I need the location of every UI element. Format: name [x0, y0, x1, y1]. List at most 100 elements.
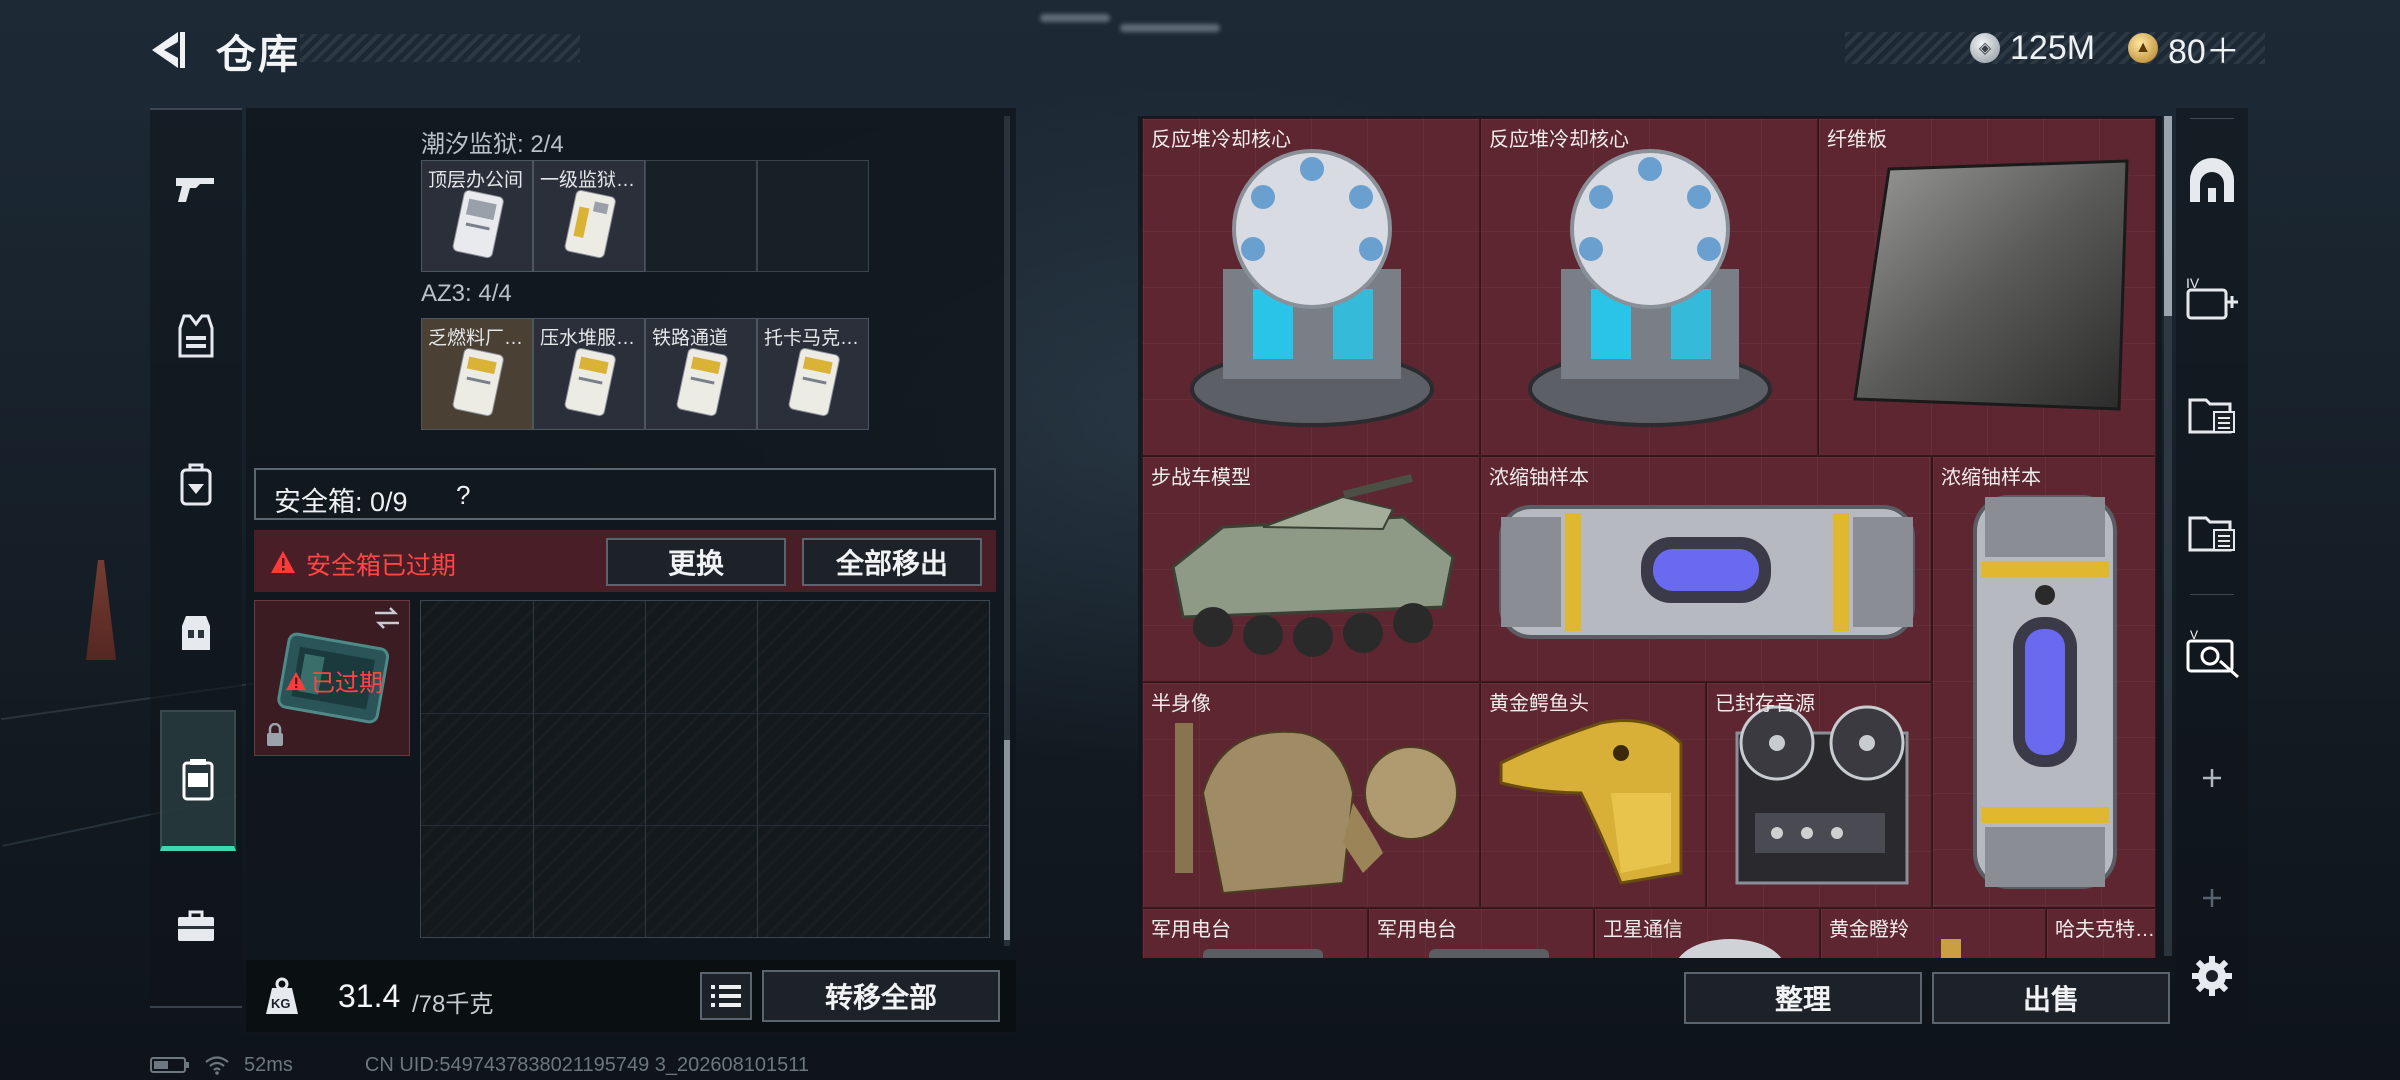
wifi-icon: [205, 1056, 229, 1075]
ceiling-light: [1040, 14, 1110, 22]
rail-folder[interactable]: [2180, 382, 2244, 446]
move-all-out-button[interactable]: 全部移出: [802, 538, 982, 586]
key-item[interactable]: 托卡马克…: [757, 318, 869, 430]
plus-icon: [2203, 769, 2221, 787]
rail-folder[interactable]: [2180, 500, 2244, 564]
rail-divider: [2190, 118, 2234, 119]
plus-icon: [2203, 889, 2221, 907]
ifv-model-image: [1171, 474, 1455, 657]
gun-icon: [176, 178, 214, 202]
stash-item[interactable]: 反应堆冷却核心: [1142, 118, 1480, 456]
stash-item[interactable]: 军用电台: [1368, 908, 1594, 958]
armor-vest-icon: [178, 314, 214, 358]
key-item[interactable]: 顶层办公间: [421, 160, 533, 272]
weight-current: 31.4: [338, 978, 401, 1014]
fiberboard-image: [1853, 159, 2129, 411]
sort-button[interactable]: 整理: [1684, 972, 1922, 1024]
rail-add-container-iv[interactable]: IV: [2180, 266, 2244, 330]
page-title: 仓库: [216, 33, 300, 77]
battery-icon: [150, 1057, 189, 1073]
folder-list-icon: [2188, 398, 2235, 434]
stash-item[interactable]: 半身像: [1142, 682, 1480, 908]
folder-list-icon: [2188, 516, 2235, 552]
backpack-icon: [180, 463, 212, 506]
gold-coin-icon: ▲: [2128, 33, 2158, 63]
settings-button[interactable]: [2180, 944, 2244, 1008]
key-item[interactable]: 一级监狱…: [533, 160, 645, 272]
stash-item[interactable]: 浓缩铀样本: [1480, 456, 1932, 682]
safebox-icon: [182, 759, 214, 801]
case-expired-label: 已过期: [311, 670, 383, 697]
safebox-header: 安全箱: 0/9 ?: [254, 468, 996, 520]
stash-item[interactable]: 浓缩铀样本: [1932, 456, 2156, 908]
status-bar: 52ms CN UID:5497437838021195749 3_202608…: [150, 1052, 809, 1078]
safebox-grid[interactable]: [420, 600, 990, 938]
rail-backpack[interactable]: [160, 448, 232, 520]
safehouse-icon: [2190, 158, 2234, 202]
military-radio-image: [1203, 949, 1323, 958]
list-view-button[interactable]: [700, 972, 752, 1020]
rail-sell-tag[interactable]: V: [2180, 622, 2244, 686]
rail-safebox[interactable]: [160, 710, 236, 851]
warning-icon: [286, 671, 306, 690]
stash-scrollbar-thumb[interactable]: [2164, 116, 2172, 316]
rail-weapons[interactable]: [160, 152, 232, 224]
help-button[interactable]: ?: [456, 480, 470, 511]
lock-icon: [267, 723, 283, 746]
currency-silver[interactable]: ◈ 125M: [1970, 28, 2095, 68]
rail-armor[interactable]: [160, 300, 232, 372]
list-icon: [711, 985, 741, 1007]
safebox-case-slot[interactable]: 已过期: [254, 600, 410, 756]
weight-footer: KG 31.4 /78千克 转移全部: [246, 960, 1016, 1032]
currency-gold[interactable]: ▲ 80＋: [2128, 28, 2240, 71]
satellite-dish-image: [1675, 939, 1785, 958]
weight-max: /78千克: [412, 991, 494, 1018]
rail-toolbox[interactable]: [160, 890, 232, 962]
key-item[interactable]: 乏燃料厂…: [421, 318, 533, 430]
rail-add-slot[interactable]: [2180, 746, 2244, 810]
stash-item[interactable]: 步战车模型: [1142, 456, 1480, 682]
safebox-expired-text: 安全箱已过期: [306, 552, 457, 580]
back-button[interactable]: [144, 28, 194, 72]
swap-icon: [375, 607, 399, 629]
safebox-title: 安全箱: 0/9: [274, 487, 408, 517]
gold-gazelle-image: [1941, 939, 1961, 958]
stash-item[interactable]: 卫星通信: [1594, 908, 1820, 958]
equipment-scrollbar-thumb[interactable]: [1004, 740, 1010, 940]
traffic-cone: [86, 560, 116, 660]
transfer-all-button[interactable]: 转移全部: [762, 970, 1000, 1022]
rail-chest-rig[interactable]: [160, 596, 232, 668]
stash-item[interactable]: 黄金瞪羚: [1820, 908, 2046, 958]
ceiling-light: [1120, 24, 1220, 32]
uid-text: CN UID:5497437838021195749 3_20260810151…: [364, 1053, 809, 1076]
military-radio-image: [1429, 949, 1549, 958]
stash-item[interactable]: 已封存音源: [1706, 682, 1932, 908]
key-item[interactable]: 压水堆服…: [533, 318, 645, 430]
replace-button[interactable]: 更换: [606, 538, 786, 586]
empty-key-slot[interactable]: [757, 160, 869, 272]
weight-icon: KG: [262, 976, 302, 1016]
stash-item[interactable]: 黄金鳄鱼头: [1480, 682, 1706, 908]
rail-divider: [2190, 594, 2234, 595]
toolbox-icon: [178, 910, 214, 941]
stash-item[interactable]: 反应堆冷却核心: [1480, 118, 1818, 456]
reactor-core-image: [1528, 149, 1772, 427]
rail-safehouse[interactable]: [2180, 148, 2244, 212]
key-item[interactable]: 铁路通道: [645, 318, 757, 430]
key-group-title: 潮汐监狱: 2/4: [421, 131, 564, 158]
uranium-capsule-image: [1973, 495, 2117, 889]
stash-grid[interactable]: 反应堆冷却核心 反应堆冷却核心 纤维板 步战车模型 浓缩铀样本 浓缩铀样本 半身…: [1142, 118, 2156, 958]
svg-text:V: V: [2190, 629, 2198, 642]
uranium-capsule-image: [1499, 505, 1915, 639]
currency-silver-value: 125M: [2010, 28, 2096, 67]
rail-add-slot[interactable]: [2180, 866, 2244, 930]
empty-key-slot[interactable]: [645, 160, 757, 272]
stash-item[interactable]: 军用电台: [1142, 908, 1368, 958]
stash-item[interactable]: 哈夫克特…: [2046, 908, 2156, 958]
chest-rig-icon: [182, 616, 210, 650]
gold-crocodile-head-image: [1499, 719, 1683, 885]
sell-button[interactable]: 出售: [1932, 972, 2170, 1024]
sell-tag-icon: V: [2186, 629, 2239, 679]
sealed-recorder-image: [1735, 705, 1909, 885]
stash-item[interactable]: 纤维板: [1818, 118, 2156, 456]
